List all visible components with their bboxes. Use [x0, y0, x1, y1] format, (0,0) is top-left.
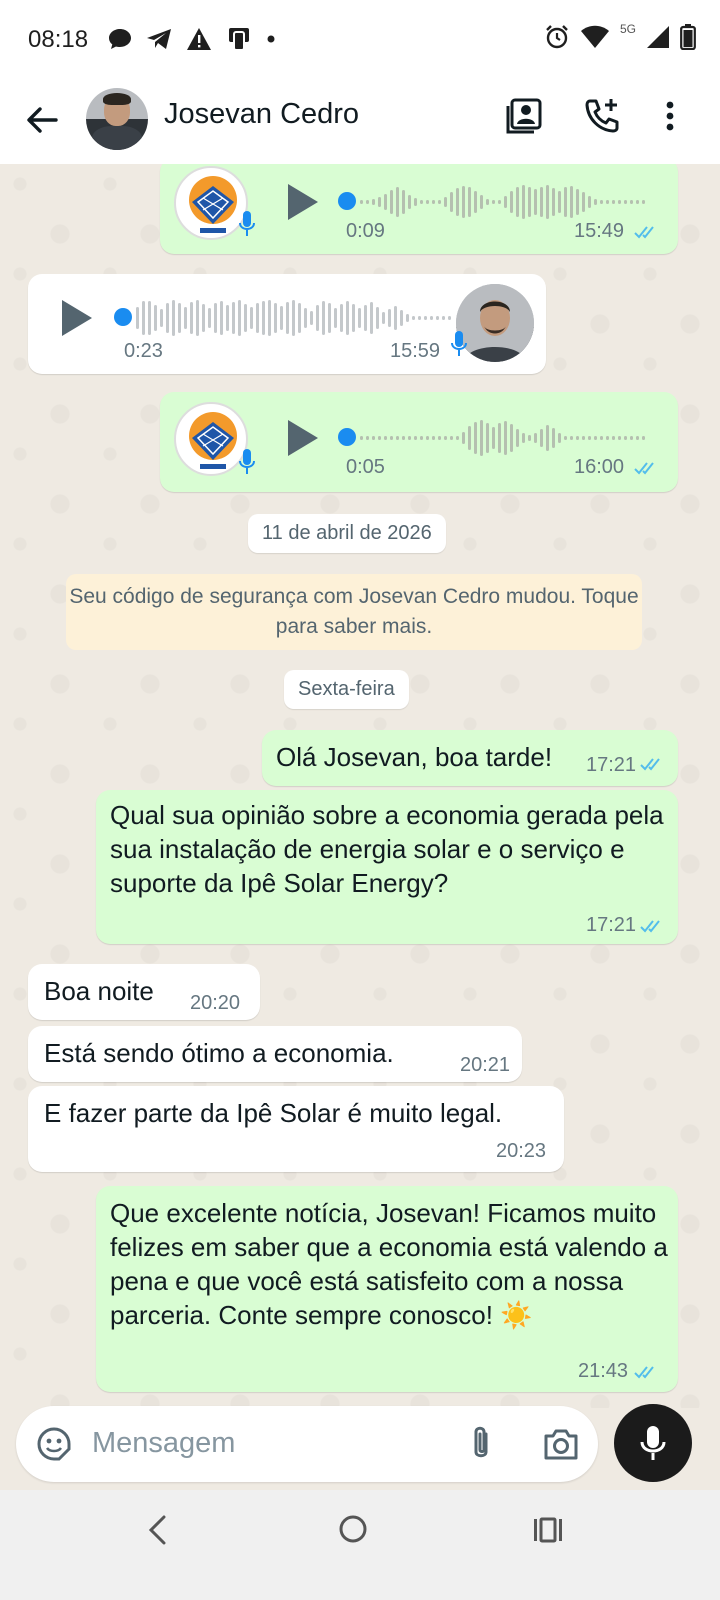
- message-incoming[interactable]: Boa noite 20:20: [28, 964, 260, 1020]
- message-incoming[interactable]: Está sendo ótimo a economia. 20:21: [28, 1026, 522, 1082]
- telegram-icon: [147, 29, 171, 49]
- cast-device-icon: [229, 28, 249, 51]
- message-text: E fazer parte da Ipê Solar é muito legal…: [44, 1098, 503, 1128]
- message-outgoing[interactable]: Olá Josevan, boa tarde! 17:21: [262, 730, 678, 786]
- system-status: 5G: [544, 22, 696, 50]
- message-text: Está sendo ótimo a economia.: [44, 1038, 394, 1068]
- date-divider: 11 de abril de 2026: [248, 514, 446, 553]
- message-time: 21:43: [578, 1360, 629, 1382]
- read-ticks-icon: [640, 920, 660, 933]
- add-call-icon[interactable]: [582, 96, 622, 136]
- voice-message-incoming[interactable]: 0:23 15:59: [28, 274, 546, 374]
- play-button[interactable]: [288, 420, 318, 456]
- voice-message-outgoing[interactable]: 0:05 16:00: [160, 392, 678, 492]
- security-code-notice[interactable]: Seu código de segurança com Josevan Cedr…: [66, 574, 642, 650]
- nav-recents-icon[interactable]: [532, 1516, 564, 1544]
- message-composer: [16, 1406, 598, 1482]
- message-time: 15:49: [574, 220, 625, 242]
- sticker-icon[interactable]: [36, 1426, 72, 1462]
- read-ticks-icon: [640, 758, 660, 771]
- waveform[interactable]: [360, 418, 645, 458]
- battery-icon: [680, 24, 696, 50]
- more-options-icon[interactable]: [650, 96, 690, 136]
- message-text: Boa noite: [44, 976, 154, 1006]
- message-incoming[interactable]: E fazer parte da Ipê Solar é muito legal…: [28, 1086, 564, 1172]
- contact-avatar[interactable]: [86, 88, 148, 150]
- notification-icons: [108, 26, 276, 52]
- playback-position[interactable]: [338, 428, 356, 446]
- attach-icon[interactable]: [466, 1424, 496, 1464]
- mic-badge-icon: [451, 331, 467, 356]
- status-bar: 08:18 5G: [0, 0, 720, 84]
- contact-name[interactable]: Josevan Cedro: [164, 98, 359, 131]
- message-time: 20:23: [496, 1140, 547, 1162]
- message-time: 20:20: [190, 992, 241, 1014]
- message-time: 17:21: [586, 914, 637, 936]
- chat-header: Josevan Cedro: [0, 84, 720, 164]
- message-text: Olá Josevan, boa tarde!: [276, 742, 553, 772]
- message-time: 16:00: [574, 456, 625, 478]
- status-time: 08:18: [28, 26, 89, 53]
- sender-logo: [174, 402, 248, 476]
- microphone-icon: [640, 1426, 666, 1460]
- voice-duration: 0:05: [346, 456, 385, 478]
- message-outgoing[interactable]: Que excelente notícia, Josevan! Ficamos …: [96, 1186, 678, 1392]
- playback-position[interactable]: [114, 308, 132, 326]
- nav-back-icon[interactable]: [144, 1514, 172, 1546]
- message-time: 17:21: [586, 754, 637, 776]
- waveform[interactable]: [360, 182, 645, 222]
- camera-icon[interactable]: [542, 1426, 580, 1462]
- playback-position[interactable]: [338, 192, 356, 210]
- read-ticks-icon: [634, 462, 654, 475]
- message-text: Que excelente notícia, Josevan! Ficamos …: [110, 1198, 668, 1330]
- waveform[interactable]: [136, 298, 451, 338]
- date-divider: Sexta-feira: [284, 670, 409, 709]
- chat-bubble-icon: [109, 29, 131, 49]
- message-time: 15:59: [390, 340, 441, 362]
- voice-duration: 0:23: [124, 340, 163, 362]
- message-text: Qual sua opinião sobre a economia gerada…: [110, 800, 664, 898]
- message-input[interactable]: [92, 1420, 432, 1466]
- read-ticks-icon: [634, 1366, 654, 1379]
- voice-duration: 0:09: [346, 220, 385, 242]
- more-notifications-icon: [267, 35, 275, 43]
- nav-home-icon[interactable]: [338, 1514, 368, 1544]
- wifi-icon: [580, 25, 609, 48]
- warning-icon: [187, 28, 211, 50]
- network-type: 5G: [619, 22, 636, 36]
- message-time: 20:21: [460, 1054, 511, 1076]
- play-button[interactable]: [288, 184, 318, 220]
- system-nav-bar: [0, 1490, 720, 1600]
- message-outgoing[interactable]: Qual sua opinião sobre a economia gerada…: [96, 790, 678, 944]
- contact-card-icon[interactable]: [504, 96, 544, 136]
- signal-icon: [647, 26, 669, 48]
- chat-area[interactable]: 0:09 15:49 0:23 15:59 0:05 16:00 11 de a…: [0, 164, 720, 1408]
- back-arrow-icon[interactable]: [22, 100, 62, 140]
- alarm-icon: [546, 25, 568, 49]
- voice-message-outgoing[interactable]: 0:09 15:49: [160, 164, 678, 254]
- voice-record-button[interactable]: [614, 1404, 692, 1482]
- mic-badge-icon: [239, 449, 255, 474]
- read-ticks-icon: [634, 226, 654, 239]
- sender-logo: [174, 166, 248, 240]
- mic-badge-icon: [239, 211, 255, 236]
- play-button[interactable]: [62, 300, 92, 336]
